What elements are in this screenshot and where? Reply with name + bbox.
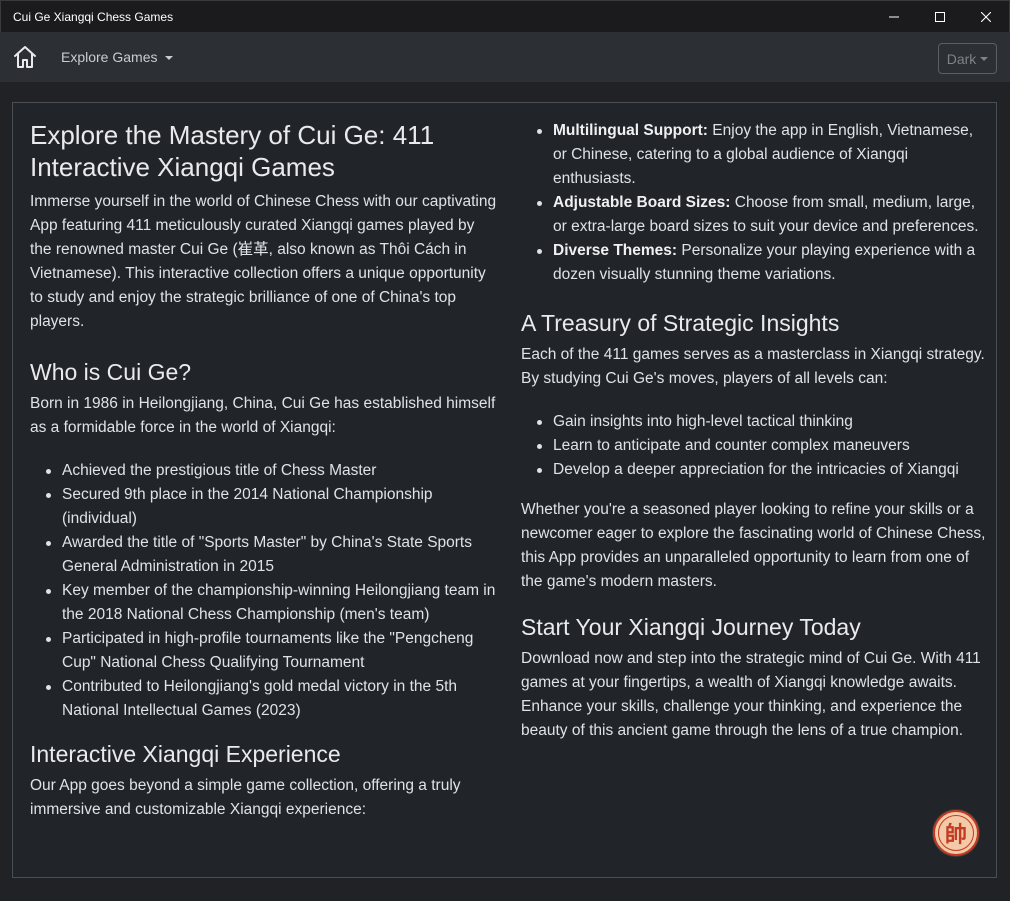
list-item: Key member of the championship-winning H… — [30, 579, 500, 627]
intro-paragraph: Immerse yourself in the world of Chinese… — [30, 193, 497, 330]
whether-paragraph: Whether you're a seasoned player looking… — [521, 501, 986, 590]
list-item: Multilingual Support: Enjoy the app in E… — [521, 119, 986, 191]
list-item: Adjustable Board Sizes: Choose from smal… — [521, 191, 986, 239]
list-item: Diverse Themes: Personalize your playing… — [521, 239, 986, 287]
home-button[interactable] — [12, 44, 38, 70]
explore-games-label: Explore Games — [61, 49, 158, 65]
window-title: Cui Ge Xiangqi Chess Games — [13, 10, 174, 24]
list-item: Achieved the prestigious title of Chess … — [30, 459, 500, 483]
theme-select[interactable]: Dark — [938, 43, 997, 74]
treasury-paragraph: Each of the 411 games serves as a master… — [521, 346, 985, 387]
minimize-button[interactable] — [871, 1, 917, 33]
start-heading: Start Your Xiangqi Journey Today — [521, 614, 861, 640]
piece-glyph: 帥 — [944, 823, 967, 848]
treasury-heading: A Treasury of Strategic Insights — [521, 310, 840, 336]
list-item: Learn to anticipate and counter complex … — [521, 434, 986, 458]
list-item: Develop a deeper appreciation for the in… — [521, 458, 986, 482]
window-titlebar: Cui Ge Xiangqi Chess Games — [0, 0, 1010, 32]
start-paragraph: Download now and step into the strategic… — [521, 650, 981, 739]
close-button[interactable] — [963, 1, 1009, 33]
content-panel: Explore the Mastery of Cui Ge: 411 Inter… — [12, 102, 997, 878]
minimize-icon — [889, 16, 899, 18]
feature-title: Adjustable Board Sizes: — [553, 194, 731, 211]
who-heading: Who is Cui Ge? — [30, 359, 192, 385]
xiangqi-general-piece-icon: 帥 — [938, 815, 974, 851]
maximize-icon — [935, 12, 945, 22]
chevron-down-icon — [165, 55, 174, 60]
right-column: Multilingual Support: Enjoy the app in E… — [521, 103, 986, 743]
features-list: Multilingual Support: Enjoy the app in E… — [521, 119, 986, 287]
explore-games-dropdown[interactable]: Explore Games — [61, 49, 174, 65]
left-column: Explore the Mastery of Cui Ge: 411 Inter… — [30, 103, 500, 822]
experience-heading: Interactive Xiangqi Experience — [30, 741, 341, 767]
benefits-list: Gain insights into high-level tactical t… — [521, 410, 986, 482]
chevron-down-icon — [980, 57, 989, 61]
feature-title: Multilingual Support: — [553, 122, 708, 139]
who-paragraph: Born in 1986 in Heilongjiang, China, Cui… — [30, 395, 496, 436]
page-title: Explore the Mastery of Cui Ge: 411 Inter… — [30, 120, 435, 182]
maximize-button[interactable] — [917, 1, 963, 33]
top-navbar: Explore Games Dark — [0, 32, 1010, 82]
list-item: Contributed to Heilongjiang's gold medal… — [30, 675, 500, 723]
xiangqi-piece-button[interactable]: 帥 — [933, 810, 979, 856]
achievements-list: Achieved the prestigious title of Chess … — [30, 459, 500, 723]
list-item: Gain insights into high-level tactical t… — [521, 410, 986, 434]
home-icon — [14, 46, 36, 68]
experience-paragraph: Our App goes beyond a simple game collec… — [30, 777, 461, 818]
list-item: Secured 9th place in the 2014 National C… — [30, 483, 500, 531]
close-icon — [981, 12, 991, 22]
feature-title: Diverse Themes: — [553, 242, 678, 259]
list-item: Awarded the title of "Sports Master" by … — [30, 531, 500, 579]
list-item: Participated in high-profile tournaments… — [30, 627, 500, 675]
theme-select-value: Dark — [946, 50, 977, 67]
